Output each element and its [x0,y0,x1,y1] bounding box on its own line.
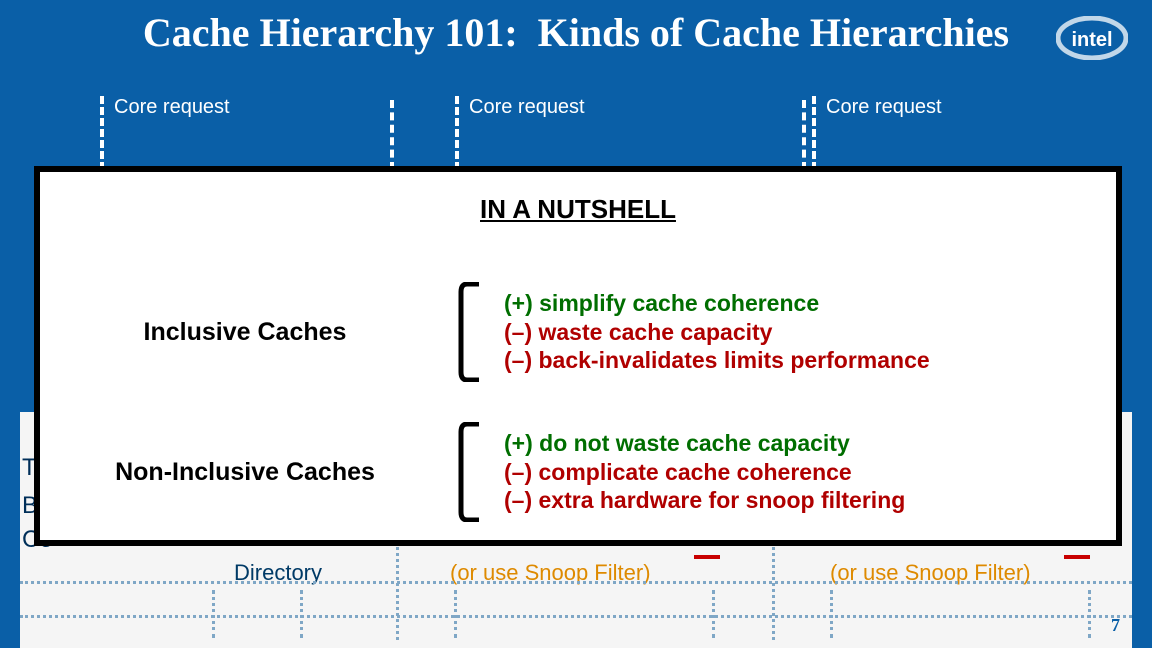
slide: Cache Hierarchy 101: Kinds of Cache Hier… [0,0,1152,648]
noninclusive-points: (+) do not waste cache capacity (–) comp… [490,429,905,515]
inclusive-pro: (+) simplify cache coherence [504,289,930,318]
svg-text:intel: intel [1071,29,1112,51]
page-title: Cache Hierarchy 101: Kinds of Cache Hier… [0,12,1152,54]
left-bracket-icon [450,422,490,522]
noninclusive-row: Non-Inclusive Caches (+) do not waste ca… [40,422,1116,522]
left-bracket-icon [450,282,490,382]
divider-dash [390,100,394,170]
grid-row [20,550,1132,584]
noninclusive-con-2: (–) extra hardware for snoop filtering [504,486,905,515]
core-request-label-2: Core request [455,96,585,170]
nutshell-panel: IN A NUTSHELL Inclusive Caches (+) simpl… [34,166,1122,546]
background-right [1132,0,1152,648]
inclusive-points: (+) simplify cache coherence (–) waste c… [490,289,930,375]
grid-row [20,584,1132,618]
inclusive-row: Inclusive Caches (+) simplify cache cohe… [40,282,1116,382]
page-number: 7 [1111,615,1120,636]
background-left [0,0,20,648]
divider-dash [802,100,806,170]
nutshell-heading: IN A NUTSHELL [40,194,1116,225]
noninclusive-pro: (+) do not waste cache capacity [504,429,905,458]
intel-logo-icon: intel [1056,16,1128,65]
inclusive-con-1: (–) waste cache capacity [504,318,930,347]
noninclusive-label: Non-Inclusive Caches [40,458,450,487]
footer-grid [20,550,1132,648]
core-request-label-1: Core request [100,96,230,170]
grid-row [20,618,1132,648]
noninclusive-con-1: (–) complicate cache coherence [504,458,905,487]
core-request-label-3: Core request [812,96,942,170]
inclusive-label: Inclusive Caches [40,318,450,347]
inclusive-con-2: (–) back-invalidates limits performance [504,346,930,375]
